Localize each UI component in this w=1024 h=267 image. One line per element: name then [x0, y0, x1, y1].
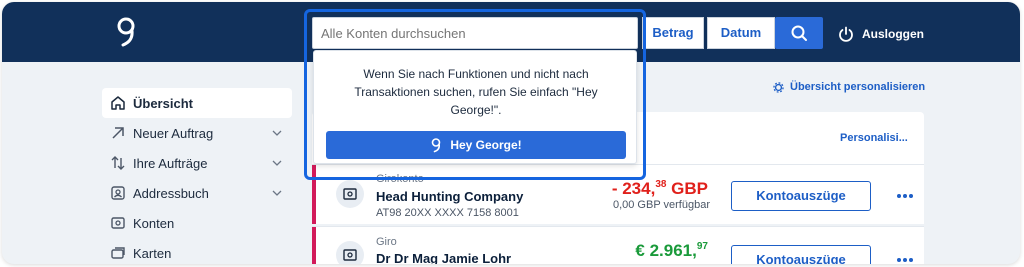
account-avatar: [336, 241, 364, 264]
gear-icon: [773, 81, 784, 93]
account-color-stripe: [312, 227, 316, 264]
available-balance: 0,00 GBP verfügbar: [612, 199, 710, 211]
logout-label: Ausloggen: [862, 27, 924, 41]
account-icon: [343, 188, 357, 200]
search-icon: [791, 25, 807, 41]
statements-button[interactable]: Kontoauszüge: [731, 245, 871, 264]
cards-icon: [111, 247, 125, 259]
balance-cents: 97: [696, 241, 708, 252]
sidebar: Übersicht Neuer Auftrag Ihre Aufträge Ad…: [102, 88, 292, 264]
chevron-down-icon[interactable]: [272, 158, 282, 168]
sidebar-item-label: Neuer Auftrag: [133, 125, 214, 141]
hey-george-button[interactable]: Hey George!: [326, 131, 626, 159]
sidebar-item-accounts[interactable]: Konten: [102, 208, 292, 238]
sidebar-item-label: Addressbuch: [133, 185, 209, 201]
account-icon: [343, 249, 357, 261]
account-icon: [111, 217, 125, 229]
sidebar-item-new-order[interactable]: Neuer Auftrag: [102, 118, 292, 148]
home-icon: [111, 96, 125, 110]
account-row[interactable]: Girokonto Head Hunting Company AT98 20XX…: [312, 164, 924, 224]
account-balance: € 2.961,97: [635, 241, 708, 261]
statements-button[interactable]: Kontoauszüge: [731, 181, 871, 211]
contact-card-icon: [111, 186, 125, 200]
personalise-overview-link[interactable]: Übersicht personalisieren: [773, 81, 925, 93]
sidebar-item-label: Ihre Aufträge: [133, 155, 208, 171]
card-personalise-link[interactable]: Personalisi...: [840, 132, 908, 144]
account-type: Giro: [376, 236, 397, 248]
george-logo-icon[interactable]: [114, 15, 138, 49]
sidebar-item-label: Karten: [133, 245, 172, 261]
hey-george-label: Hey George!: [450, 138, 522, 152]
search-suggestion-dropdown: Wenn Sie nach Funktionen und nicht nach …: [313, 50, 637, 164]
sidebar-item-cards[interactable]: Karten: [102, 238, 292, 264]
account-row[interactable]: Giro Dr Dr Mag Jamie Lohr € 2.961,97 Kon…: [312, 226, 924, 264]
balance-cents: 38: [655, 179, 667, 190]
account-avatar: [336, 180, 364, 208]
balance-main: - 234,: [611, 179, 656, 198]
power-icon: [839, 26, 853, 42]
account-type: Girokonto: [376, 173, 424, 185]
date-filter-button[interactable]: Datum: [707, 17, 775, 49]
balance-main: € 2.961,: [635, 241, 697, 260]
amount-filter-button[interactable]: Betrag: [642, 17, 704, 49]
hey-george-hint: Wenn Sie nach Funktionen und nicht nach …: [354, 67, 598, 117]
account-balance: - 234,38 GBP: [612, 179, 708, 199]
sidebar-item-overview[interactable]: Übersicht: [102, 88, 292, 118]
search-button[interactable]: [775, 17, 823, 49]
more-options-icon[interactable]: [895, 191, 915, 201]
search-input[interactable]: [312, 17, 638, 49]
balance-currency: GBP: [666, 179, 708, 198]
chevron-down-icon[interactable]: [272, 188, 282, 198]
account-name[interactable]: Head Hunting Company: [376, 189, 523, 204]
app-window: Betrag Datum Ausloggen Übersicht: [2, 2, 1020, 264]
more-options-icon[interactable]: [895, 255, 915, 264]
logout-button[interactable]: Ausloggen: [838, 24, 924, 44]
sidebar-item-orders[interactable]: Ihre Aufträge: [102, 148, 292, 178]
transfer-arrows-icon: [111, 156, 125, 170]
george-logo-icon: [432, 138, 441, 153]
account-iban: AT98 20XX XXXX 7158 8001: [376, 207, 519, 219]
chevron-down-icon[interactable]: [272, 128, 282, 138]
sidebar-item-label: Übersicht: [133, 95, 193, 111]
sidebar-item-label: Konten: [133, 215, 175, 231]
account-color-stripe: [312, 165, 316, 224]
account-name[interactable]: Dr Dr Mag Jamie Lohr: [376, 251, 511, 264]
personalise-overview-label: Übersicht personalisieren: [790, 81, 926, 93]
sidebar-item-addressbook[interactable]: Addressbuch: [102, 178, 292, 208]
arrow-up-right-icon: [112, 127, 124, 139]
